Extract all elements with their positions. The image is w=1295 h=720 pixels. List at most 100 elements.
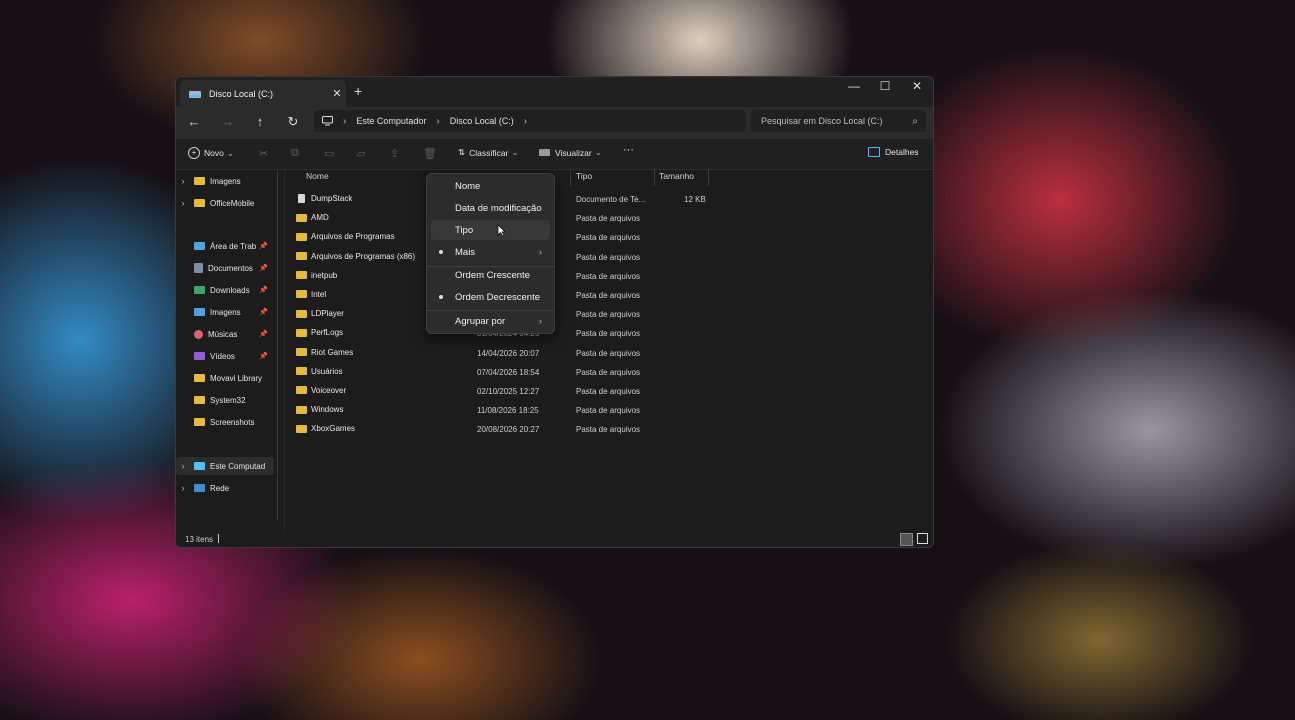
- column-header-name[interactable]: Nome: [306, 171, 329, 187]
- column-header-size[interactable]: Tamanho: [659, 171, 694, 187]
- breadcrumb-separator[interactable]: ›: [524, 116, 527, 127]
- table-row[interactable]: Windows 11/08/2026 18:25 Pasta de arquiv…: [296, 401, 836, 420]
- menu-item-mais[interactable]: Mais ›: [431, 242, 550, 262]
- sidebar-item-label: Screenshots: [210, 417, 255, 427]
- command-bar: + Novo ⌄ ✂ ⧉ ▭ ▱ ⇪ 🗑 ⇅ Classificar ⌄ Vis…: [176, 139, 933, 170]
- table-row[interactable]: AMD Pasta de arquivos: [296, 209, 836, 228]
- sidebar-item-downloads[interactable]: Downloads 📌: [176, 281, 276, 299]
- table-row[interactable]: Voiceover 02/10/2025 12:27 Pasta de arqu…: [296, 382, 836, 401]
- details-button[interactable]: Detalhes: [868, 147, 919, 157]
- refresh-button[interactable]: ↻: [283, 114, 303, 130]
- menu-item-label: Data de modificação: [455, 202, 542, 214]
- sidebar-item-officemobile[interactable]: › OfficeMobile: [176, 194, 276, 212]
- file-type: Pasta de arquivos: [576, 214, 641, 224]
- table-row[interactable]: XboxGames 20/08/2026 20:27 Pasta de arqu…: [296, 420, 836, 439]
- minimize-button[interactable]: —: [838, 79, 870, 97]
- sidebar-item-label: Vídeos: [210, 351, 235, 361]
- column-separator[interactable]: [570, 169, 571, 186]
- folder-icon: [194, 418, 205, 426]
- tiles-view-icon[interactable]: [917, 533, 928, 544]
- close-window-button[interactable]: ✕: [901, 79, 933, 97]
- up-button[interactable]: ↑: [250, 114, 270, 129]
- title-bar: Disco Local (C:) ✕ + — ☐ ✕: [176, 77, 933, 107]
- selected-dot-icon: [439, 295, 443, 299]
- more-options-button[interactable]: ···: [623, 144, 634, 156]
- details-view-icon[interactable]: [900, 533, 913, 546]
- desktop-icon: [194, 242, 205, 250]
- table-row[interactable]: Riot Games 14/04/2026 20:07 Pasta de arq…: [296, 344, 836, 363]
- paste-icon[interactable]: ▭: [324, 147, 334, 160]
- delete-icon[interactable]: 🗑: [423, 147, 437, 160]
- sidebar-item-screenshots[interactable]: Screenshots: [176, 413, 276, 431]
- new-tab-button[interactable]: +: [354, 83, 362, 99]
- pane-divider[interactable]: [277, 170, 278, 520]
- document-icon: [298, 194, 305, 203]
- menu-item-agrupar-por[interactable]: Agrupar por ›: [431, 311, 550, 331]
- sidebar-item-rede[interactable]: › Rede: [176, 479, 276, 497]
- menu-item-nome[interactable]: Nome: [431, 176, 550, 196]
- breadcrumb-este-computador[interactable]: Este Computador: [356, 116, 426, 126]
- column-separator[interactable]: [654, 169, 655, 186]
- sidebar-item-movavi-library[interactable]: Movavi Library: [176, 369, 276, 387]
- view-label: Visualizar: [555, 147, 592, 158]
- menu-item-ordem-decrescente[interactable]: Ordem Decrescente: [431, 287, 550, 307]
- sidebar-item-imagens-folder[interactable]: › Imagens: [176, 172, 276, 190]
- chevron-down-icon: ⌄: [511, 147, 519, 157]
- menu-item-data-modificacao[interactable]: Data de modificação: [431, 198, 550, 218]
- table-row[interactable]: PerfLogs 01/04/2024 04:26 Pasta de arqui…: [296, 324, 836, 343]
- file-list: DumpStack Documento de Te... 12 KB AMD P…: [296, 190, 836, 439]
- sidebar-item-imagens[interactable]: Imagens 📌: [176, 303, 276, 321]
- file-date: 07/04/2026 18:54: [477, 367, 540, 377]
- table-row[interactable]: LDPlayer Pasta de arquivos: [296, 305, 836, 324]
- folder-icon: [194, 374, 205, 382]
- chevron-right-icon[interactable]: ›: [176, 461, 190, 471]
- share-icon[interactable]: ⇪: [390, 147, 399, 160]
- menu-item-tipo[interactable]: Tipo: [431, 220, 550, 240]
- document-icon: [194, 263, 203, 273]
- chevron-right-icon[interactable]: ›: [176, 176, 190, 186]
- menu-item-ordem-crescente[interactable]: Ordem Crescente: [431, 265, 550, 285]
- sidebar-item-label: OfficeMobile: [210, 198, 255, 208]
- chevron-right-icon[interactable]: ›: [176, 483, 190, 493]
- sort-button[interactable]: ⇅ Classificar ⌄: [458, 147, 518, 158]
- table-row[interactable]: Usuários 07/04/2026 18:54 Pasta de arqui…: [296, 363, 836, 382]
- cut-icon[interactable]: ✂: [259, 147, 268, 160]
- breadcrumb[interactable]: › Este Computador › Disco Local (C:) ›: [314, 110, 746, 132]
- back-button[interactable]: ←: [184, 114, 204, 129]
- sidebar-item-este-computador[interactable]: › Este Computad: [176, 457, 274, 475]
- chevron-right-icon[interactable]: ›: [176, 198, 190, 208]
- close-tab-icon[interactable]: ✕: [328, 87, 346, 100]
- column-separator[interactable]: [708, 169, 709, 186]
- tab-disco-local[interactable]: Disco Local (C:) ✕: [180, 80, 346, 107]
- sidebar-item-musicas[interactable]: Músicas 📌: [176, 325, 276, 343]
- file-type: Pasta de arquivos: [576, 367, 641, 377]
- maximize-button[interactable]: ☐: [869, 79, 901, 97]
- forward-button[interactable]: →: [218, 114, 238, 129]
- table-row[interactable]: inetpub Pasta de arquivos: [296, 267, 836, 286]
- pin-icon: 📌: [259, 309, 268, 316]
- file-date: 11/08/2026 18:25: [477, 406, 539, 416]
- new-label: Novo: [204, 148, 224, 158]
- sidebar-item-desktop[interactable]: Área de Trab 📌: [176, 237, 276, 255]
- rename-icon[interactable]: ▱: [357, 147, 365, 160]
- table-row[interactable]: DumpStack Documento de Te... 12 KB: [296, 190, 836, 209]
- new-button[interactable]: + Novo ⌄: [188, 147, 234, 159]
- sidebar-item-label: Downloads: [210, 285, 250, 295]
- search-input[interactable]: Pesquisar em Disco Local (C:) ⌕: [751, 110, 926, 132]
- breadcrumb-separator: ›: [436, 115, 440, 127]
- copy-icon[interactable]: ⧉: [291, 147, 299, 160]
- table-row[interactable]: Intel Pasta de arquivos: [296, 286, 836, 305]
- sidebar-item-label: Imagens: [210, 307, 241, 317]
- view-button[interactable]: Visualizar ⌄: [539, 147, 602, 158]
- table-row[interactable]: Arquivos de Programas (x86) Pasta de arq…: [296, 248, 836, 267]
- sort-menu: Nome Data de modificação Tipo Mais › Ord…: [426, 173, 555, 334]
- sidebar-item-videos[interactable]: Vídeos 📌: [176, 347, 276, 365]
- breadcrumb-disco-local[interactable]: Disco Local (C:): [450, 116, 514, 126]
- column-header-type[interactable]: Tipo: [576, 171, 592, 187]
- sidebar-item-system32[interactable]: System32: [176, 391, 276, 409]
- file-date: 14/04/2026 20:07: [477, 348, 540, 358]
- sidebar-item-documentos[interactable]: Documentos 📌: [176, 259, 276, 277]
- pane-divider-line: [284, 170, 285, 530]
- sort-icon: ⇅: [458, 147, 466, 157]
- table-row[interactable]: Arquivos de Programas Pasta de arquivos: [296, 228, 836, 247]
